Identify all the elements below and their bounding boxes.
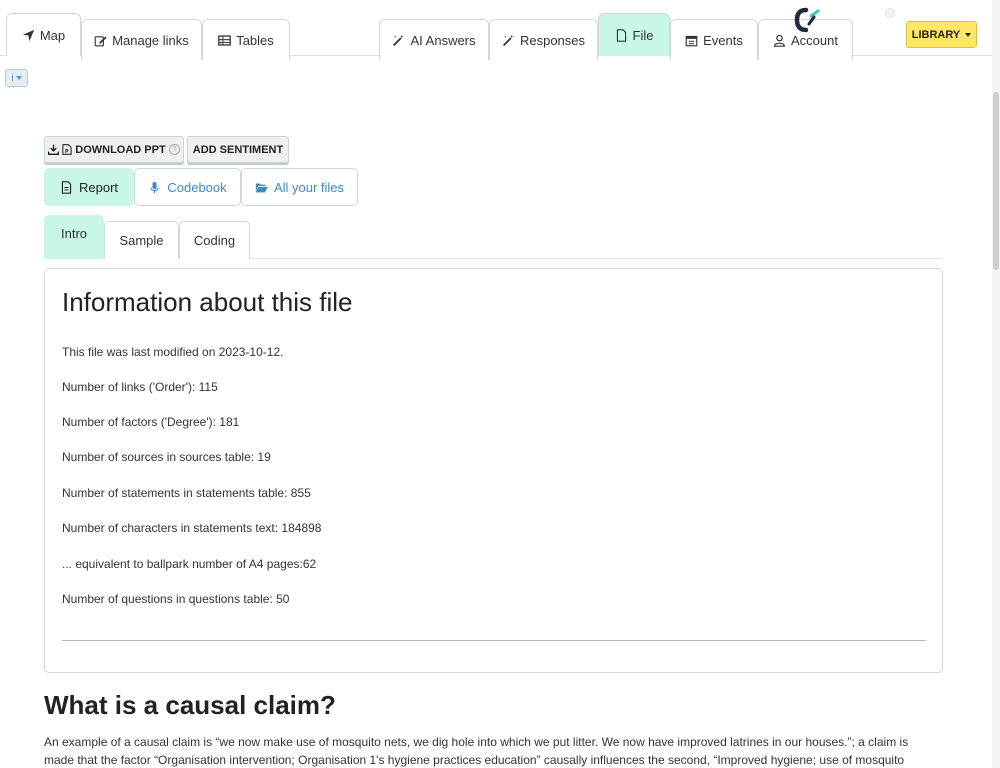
stat-links: Number of links ('Order'): 115 <box>62 380 218 394</box>
tab-ai-answers-label: AI Answers <box>410 32 476 48</box>
tab-responses[interactable]: Responses <box>489 19 598 60</box>
pill-all-files[interactable]: All your files <box>241 168 358 206</box>
subtab-intro-label: Intro <box>60 225 87 241</box>
download-ppt-label: DOWNLOAD PPT <box>75 143 166 156</box>
tab-responses-label: Responses <box>519 32 586 48</box>
tab-manage-links[interactable]: Manage links <box>81 19 202 60</box>
tab-manage-links-label: Manage links <box>112 32 189 48</box>
subtab-coding-label: Coding <box>193 233 236 248</box>
download-ppt-button[interactable]: P DOWNLOAD PPT ? <box>44 136 184 163</box>
tab-tables[interactable]: Tables <box>202 19 290 60</box>
stat-factors: Number of factors ('Degree'): 181 <box>62 415 240 429</box>
tab-map-label: Map <box>39 27 66 43</box>
top-navigation: Map Manage links Tables AI Answers Respo… <box>0 0 1000 60</box>
file-powerpoint-icon: P <box>62 144 72 155</box>
app-logo-icon <box>794 7 820 33</box>
chevron-down-icon <box>965 32 972 37</box>
info-icon: i <box>11 72 14 84</box>
section-title: What is a causal claim? <box>44 690 336 720</box>
library-label: LIBRARY <box>911 28 961 41</box>
card-divider <box>62 640 926 641</box>
page-scrollbar[interactable] <box>992 0 1000 768</box>
help-icon[interactable]: ? <box>168 144 180 155</box>
stat-questions: Number of questions in questions table: … <box>62 592 290 606</box>
user-icon <box>774 34 785 47</box>
pill-all-files-label: All your files <box>273 179 345 195</box>
tab-file-label: File <box>632 27 654 43</box>
causal-claim-paragraph: An example of a causal claim is “we now … <box>44 735 909 767</box>
chevron-down-icon <box>15 76 22 80</box>
tab-account-label: Account <box>791 32 838 48</box>
file-icon <box>616 28 626 42</box>
tab-file[interactable]: File <box>598 13 670 56</box>
table-icon <box>218 34 232 46</box>
download-icon <box>48 144 60 155</box>
folder-open-icon <box>255 182 268 192</box>
add-sentiment-button[interactable]: ADD SENTIMENT <box>187 136 289 163</box>
pill-codebook-label: Codebook <box>167 179 227 195</box>
location-arrow-icon <box>22 29 35 41</box>
subtab-coding[interactable]: Coding <box>179 221 250 259</box>
library-dropdown-button[interactable]: LIBRARY <box>906 21 977 48</box>
tab-ai-answers[interactable]: AI Answers <box>379 19 489 60</box>
stat-last-modified: This file was last modified on 2023-10-1… <box>62 345 284 359</box>
magic-wand-icon <box>502 34 514 46</box>
stat-a4-pages: ... equivalent to ballpark number of A4 … <box>62 557 317 571</box>
calendar-icon <box>685 35 698 46</box>
tab-tables-label: Tables <box>236 32 274 48</box>
stat-characters: Number of characters in statements text:… <box>62 521 322 535</box>
magic-wand-icon <box>393 34 404 46</box>
svg-text:P: P <box>65 149 69 155</box>
tab-map[interactable]: Map <box>6 13 81 56</box>
subtab-sample[interactable]: Sample <box>104 221 179 259</box>
tab-events-label: Events <box>703 32 743 48</box>
pill-report-label: Report <box>78 179 119 195</box>
pill-codebook[interactable]: Codebook <box>134 168 241 206</box>
card-title: Information about this file <box>62 287 353 317</box>
pill-report[interactable]: Report <box>44 168 134 206</box>
info-toggle-button[interactable]: i <box>5 69 28 87</box>
stat-statements: Number of statements in statements table… <box>62 486 311 500</box>
subtab-intro[interactable]: Intro <box>44 215 104 259</box>
file-text-icon <box>61 180 72 194</box>
stat-sources: Number of sources in sources table: 19 <box>62 450 271 464</box>
tab-events[interactable]: Events <box>670 19 758 60</box>
add-sentiment-label: ADD SENTIMENT <box>192 143 284 156</box>
microphone-icon <box>150 181 160 193</box>
edit-icon <box>94 35 107 46</box>
scrollbar-thumb[interactable] <box>993 92 999 270</box>
status-toggle[interactable] <box>885 8 895 18</box>
subtab-sample-label: Sample <box>119 233 164 248</box>
file-info-card: Information about this file This file wa… <box>44 268 943 673</box>
